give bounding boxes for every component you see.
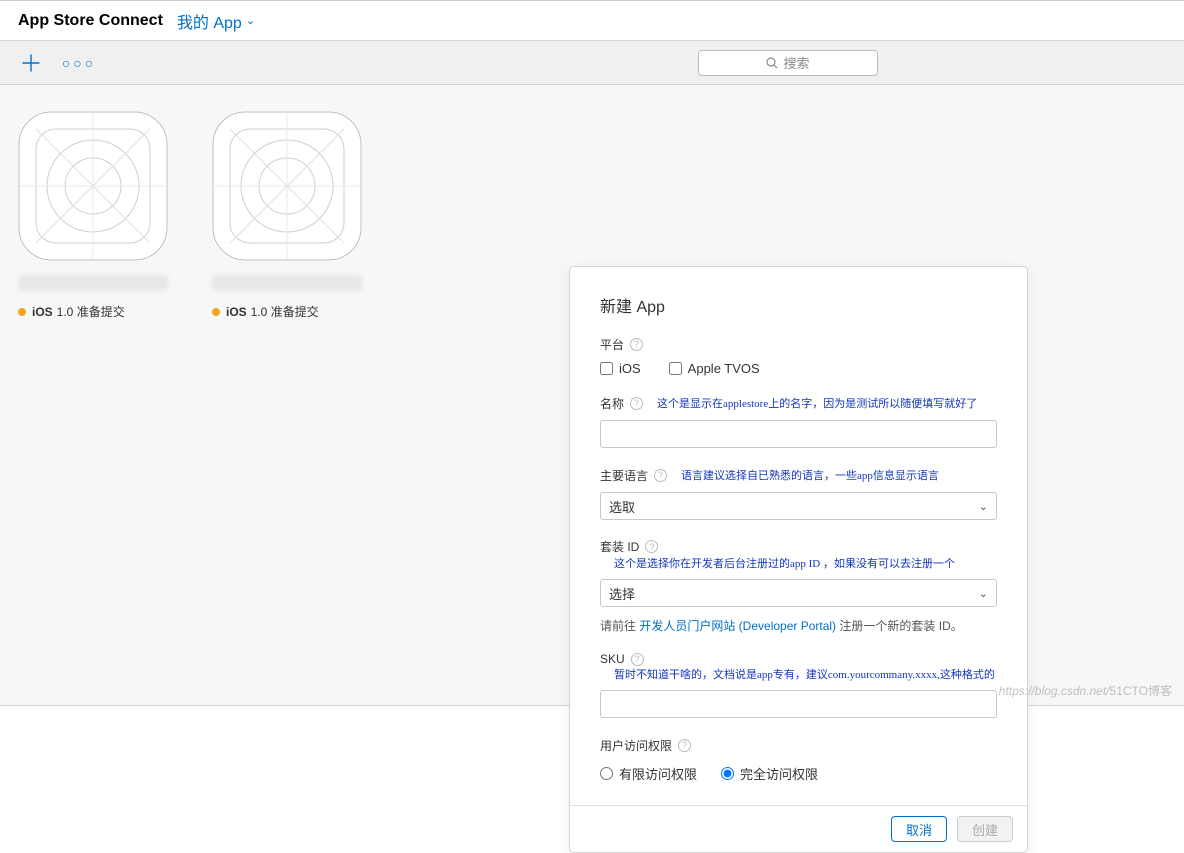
app-card[interactable]: iOS 1.0 准备提交 — [212, 111, 362, 320]
platform-label: 平台 ? — [600, 335, 997, 353]
app-card[interactable]: iOS 1.0 准备提交 — [18, 111, 168, 320]
chevron-down-icon: ⌄ — [979, 587, 988, 600]
new-app-modal: 新建 App 平台 ? iOS Apple TVOS 名称 ? 这个是显示在ap… — [569, 266, 1028, 853]
os-label: iOS — [226, 305, 247, 319]
bundle-label: 套装 ID ? 这个是选择你在开发者后台注册过的app ID ，如果没有可以去注… — [600, 538, 997, 571]
version-label: 1.0 — [57, 305, 74, 319]
help-icon[interactable]: ? — [678, 739, 691, 752]
status-label: 准备提交 — [271, 303, 319, 320]
content: iOS 1.0 准备提交 iOS 1.0 准备提交 新建 App 平台 ? — [0, 85, 1184, 706]
platform-tvos-checkbox[interactable]: Apple TVOS — [669, 361, 760, 376]
toolbar: ○○○ 搜索 — [0, 41, 1184, 85]
os-label: iOS — [32, 305, 53, 319]
bundle-hint: 这个是选择你在开发者后台注册过的app ID ，如果没有可以去注册一个 — [614, 555, 955, 571]
help-icon[interactable]: ? — [654, 469, 667, 482]
search-icon — [766, 57, 778, 69]
sku-input[interactable] — [600, 690, 997, 718]
my-apps-link[interactable]: 我的 App ⌄ — [177, 9, 255, 33]
language-label: 主要语言 ? 语言建议选择自已熟悉的语言，一些app信息显示语言 — [600, 466, 997, 484]
modal-title: 新建 App — [600, 293, 997, 317]
more-icon: ○○○ — [62, 55, 96, 71]
header: App Store Connect 我的 App ⌄ — [0, 0, 1184, 41]
plus-icon — [22, 54, 40, 72]
language-select[interactable]: 选取 ⌄ — [600, 492, 997, 520]
access-limited-radio[interactable]: 有限访问权限 — [600, 764, 697, 783]
more-button[interactable]: ○○○ — [64, 48, 94, 78]
help-icon[interactable]: ? — [631, 653, 644, 666]
help-icon[interactable]: ? — [645, 540, 658, 553]
version-label: 1.0 — [251, 305, 268, 319]
sku-label: SKU ? 暂时不知道干啥的，文档说是app专有，建议com.yourcomma… — [600, 652, 997, 682]
watermark: https://blog.csdn.net/51CTO博客 — [999, 682, 1172, 699]
access-full-radio[interactable]: 完全访问权限 — [721, 764, 818, 783]
help-icon[interactable]: ? — [630, 397, 643, 410]
platform-ios-checkbox[interactable]: iOS — [600, 361, 641, 376]
chevron-down-icon: ⌄ — [246, 14, 255, 27]
developer-portal-link[interactable]: 开发人员门户网站 (Developer Portal) — [639, 619, 836, 633]
app-status: iOS 1.0 准备提交 — [18, 303, 168, 320]
name-label: 名称 ? 这个是显示在applestore上的名字，因为是测试所以随便填写就好了 — [600, 394, 997, 412]
name-hint: 这个是显示在applestore上的名字，因为是测试所以随便填写就好了 — [657, 395, 977, 411]
modal-footer: 取消 创建 — [570, 805, 1027, 852]
bundle-select[interactable]: 选择 ⌄ — [600, 579, 997, 607]
app-name-redacted — [18, 275, 168, 291]
name-input[interactable] — [600, 420, 997, 448]
add-button[interactable] — [16, 48, 46, 78]
chevron-down-icon: ⌄ — [979, 500, 988, 513]
status-dot-icon — [18, 308, 26, 316]
sku-hint: 暂时不知道干啥的，文档说是app专有，建议com.yourcommany.xxx… — [614, 666, 995, 682]
status-label: 准备提交 — [77, 303, 125, 320]
app-icon-placeholder — [18, 111, 168, 261]
cancel-button[interactable]: 取消 — [891, 816, 947, 842]
app-title: App Store Connect — [18, 12, 163, 30]
create-button[interactable]: 创建 — [957, 816, 1013, 842]
language-hint: 语言建议选择自已熟悉的语言，一些app信息显示语言 — [681, 467, 939, 483]
my-apps-label: 我的 App — [177, 9, 242, 33]
app-name-redacted — [212, 275, 362, 291]
search-input[interactable]: 搜索 — [698, 50, 878, 76]
app-icon-placeholder — [212, 111, 362, 261]
status-dot-icon — [212, 308, 220, 316]
access-label: 用户访问权限 ? — [600, 736, 997, 754]
search-placeholder: 搜索 — [783, 53, 809, 72]
help-icon[interactable]: ? — [630, 338, 643, 351]
bundle-note: 请前往 开发人员门户网站 (Developer Portal) 注册一个新的套装… — [600, 617, 997, 634]
app-status: iOS 1.0 准备提交 — [212, 303, 362, 320]
